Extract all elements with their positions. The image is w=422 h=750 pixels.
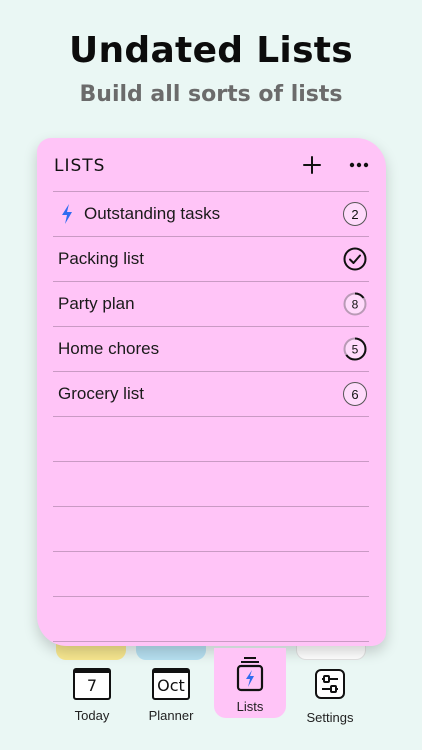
add-list-button[interactable] bbox=[299, 152, 325, 178]
progress-ring: 5 bbox=[343, 337, 367, 361]
tab-lists[interactable]: Lists bbox=[214, 648, 286, 718]
list-row-home[interactable]: Home chores 5 bbox=[53, 327, 369, 371]
page-headline: Undated Lists bbox=[68, 30, 354, 71]
list-row-party[interactable]: Party plan 8 bbox=[53, 282, 369, 326]
empty-row-line bbox=[53, 461, 369, 462]
tab-label: Settings bbox=[306, 710, 354, 725]
check-circle-icon bbox=[343, 247, 367, 271]
list-row-grocery[interactable]: Grocery list 6 bbox=[53, 372, 369, 416]
panel-header: LISTS bbox=[37, 138, 386, 192]
page-subheadline: Build all sorts of lists bbox=[79, 82, 343, 107]
list-label: Home chores bbox=[58, 339, 160, 358]
tab-settings[interactable]: Settings bbox=[292, 648, 368, 743]
bolt-icon bbox=[56, 204, 78, 224]
divider bbox=[53, 416, 369, 417]
list-row-outstanding[interactable]: Outstanding tasks 2 bbox=[53, 192, 369, 236]
progress-ring: 8 bbox=[343, 292, 367, 316]
plus-icon bbox=[303, 156, 321, 174]
more-horizontal-icon bbox=[349, 162, 369, 168]
list-label: Outstanding tasks bbox=[84, 204, 221, 223]
list-label: Party plan bbox=[58, 294, 135, 313]
more-options-button[interactable] bbox=[346, 152, 372, 178]
sliders-icon bbox=[292, 668, 368, 700]
tab-today[interactable]: 7 Today bbox=[54, 648, 130, 743]
count-badge: 2 bbox=[343, 202, 367, 226]
tab-label: Today bbox=[74, 708, 110, 723]
empty-row-line bbox=[53, 596, 369, 597]
list-row-packing[interactable]: Packing list bbox=[53, 237, 369, 281]
svg-text:5: 5 bbox=[352, 343, 359, 357]
empty-row-line bbox=[53, 506, 369, 507]
calendar-day-icon: 7 bbox=[73, 668, 111, 700]
count-badge: 6 bbox=[343, 382, 367, 406]
tab-planner[interactable]: Oct Planner bbox=[133, 648, 209, 743]
tab-label: Planner bbox=[148, 708, 194, 723]
lists-stack-icon bbox=[214, 656, 286, 692]
list-label: Grocery list bbox=[58, 384, 144, 403]
list-label: Packing list bbox=[58, 249, 144, 268]
svg-text:8: 8 bbox=[352, 298, 359, 312]
panel-title: LISTS bbox=[54, 156, 106, 176]
calendar-month-icon: Oct bbox=[152, 668, 190, 700]
empty-row-line bbox=[53, 641, 369, 642]
lists-panel: LISTS Outstanding tasks 2 Packing list P… bbox=[37, 138, 386, 646]
empty-row-line bbox=[53, 551, 369, 552]
tab-label: Lists bbox=[236, 699, 264, 714]
